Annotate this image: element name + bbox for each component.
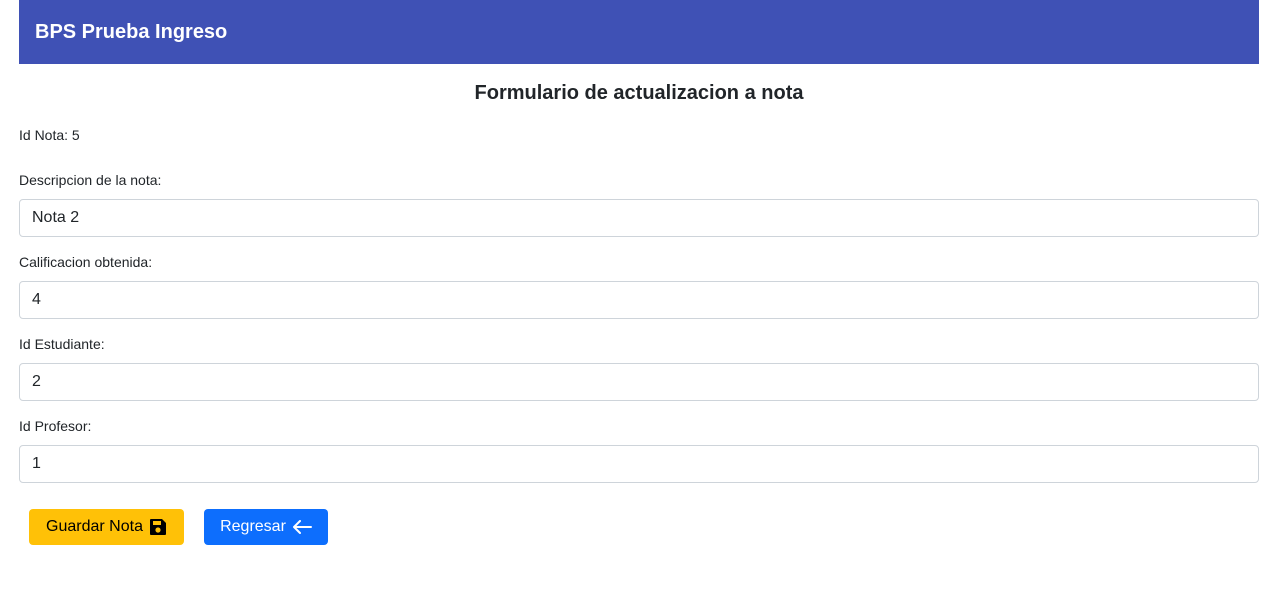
descripcion-input[interactable] [19, 199, 1259, 237]
save-button-label: Guardar Nota [46, 518, 143, 535]
floppy-disk-icon [149, 518, 167, 536]
app-title: BPS Prueba Ingreso [35, 20, 228, 43]
app-toolbar: BPS Prueba Ingreso [19, 0, 1259, 64]
id-estudiante-input[interactable] [19, 363, 1259, 401]
form-heading: Formulario de actualizacion a nota [474, 82, 804, 104]
id-profesor-input[interactable] [19, 445, 1259, 483]
descripcion-label: Descripcion de la nota: [19, 172, 162, 188]
id-nota-value: 5 [71, 127, 80, 143]
id-profesor-label: Id Profesor: [19, 418, 92, 434]
id-nota-line: Id Nota: 5 [19, 127, 80, 143]
id-estudiante-label: Id Estudiante: [19, 336, 105, 352]
calificacion-input[interactable] [19, 281, 1259, 319]
back-button-label: Regresar [220, 518, 286, 535]
app-root: BPS Prueba Ingreso Formulario de actuali… [0, 0, 1273, 600]
save-button[interactable]: Guardar Nota [29, 509, 184, 545]
arrow-left-icon [292, 520, 312, 534]
id-nota-label: Id Nota: [19, 127, 69, 143]
calificacion-label: Calificacion obtenida: [19, 254, 153, 270]
back-button[interactable]: Regresar [204, 509, 328, 545]
